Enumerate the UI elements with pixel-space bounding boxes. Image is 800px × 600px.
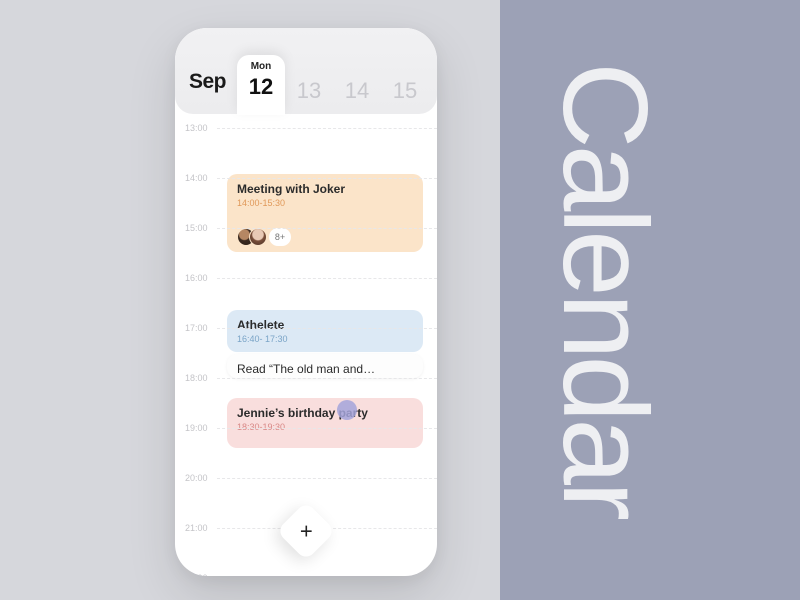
event-meeting[interactable]: Meeting with Joker 14:00-15:30 8+ — [227, 174, 423, 252]
hour-label: 19:00 — [185, 423, 208, 433]
hour-gridline — [217, 278, 437, 279]
day-number: 13 — [285, 78, 333, 104]
hour-gridline — [217, 328, 437, 329]
phone-frame: Sep Mon 12131415 Meeting with Joker 14:00-… — [175, 28, 437, 576]
hour-gridline — [217, 378, 437, 379]
calendar-header: Sep Mon 12131415 — [175, 28, 437, 114]
day-cell-14[interactable]: 14 — [333, 78, 381, 114]
event-athlete[interactable]: Athelete 16:40- 17:30 — [227, 310, 423, 352]
event-title: Jennie’s birthday party — [237, 406, 413, 420]
avatar — [249, 228, 267, 246]
hour-gridline — [217, 428, 437, 429]
hour-label: 13:00 — [185, 123, 208, 133]
day-number: 12 — [237, 74, 285, 100]
hour-label: 17:00 — [185, 323, 208, 333]
hour-label: 21:00 — [185, 523, 208, 533]
day-cell-13[interactable]: 13 — [285, 78, 333, 114]
day-cell-12[interactable]: Mon 12 — [237, 55, 285, 115]
event-time: 16:40- 17:30 — [237, 334, 413, 344]
page-title: Calendar — [545, 62, 665, 517]
event-birthday[interactable]: Jennie’s birthday party 18:30-19:30 — [227, 398, 423, 448]
day-number: 15 — [381, 78, 429, 104]
hour-label: 16:00 — [185, 273, 208, 283]
day-cell-15[interactable]: 15 — [381, 78, 429, 114]
indicator-dot — [337, 400, 357, 420]
hour-label: 20:00 — [185, 473, 208, 483]
events-layer: Meeting with Joker 14:00-15:30 8+ Athelete 1… — [227, 114, 423, 576]
day-of-week-label: Mon — [237, 61, 285, 72]
event-time: 18:30-19:30 — [237, 422, 413, 432]
event-title: Read “The old man and… — [237, 362, 413, 376]
plus-icon: + — [300, 520, 313, 542]
hour-label: 22:00 — [185, 573, 208, 576]
event-title: Meeting with Joker — [237, 182, 413, 196]
event-title: Athelete — [237, 318, 413, 332]
avatar-more-count: 8+ — [269, 228, 291, 246]
date-strip: Mon 12131415 — [237, 54, 437, 114]
hour-gridline — [217, 128, 437, 129]
month-label: Sep — [189, 70, 226, 94]
hour-gridline — [217, 478, 437, 479]
event-time: 14:00-15:30 — [237, 198, 413, 208]
hour-gridline — [217, 178, 437, 179]
event-read[interactable]: Read “The old man and… — [227, 354, 423, 378]
hour-label: 15:00 — [185, 223, 208, 233]
hour-label: 14:00 — [185, 173, 208, 183]
hour-gridline — [217, 228, 437, 229]
day-number: 14 — [333, 78, 381, 104]
event-attendees: 8+ — [237, 228, 291, 246]
hour-label: 18:00 — [185, 373, 208, 383]
